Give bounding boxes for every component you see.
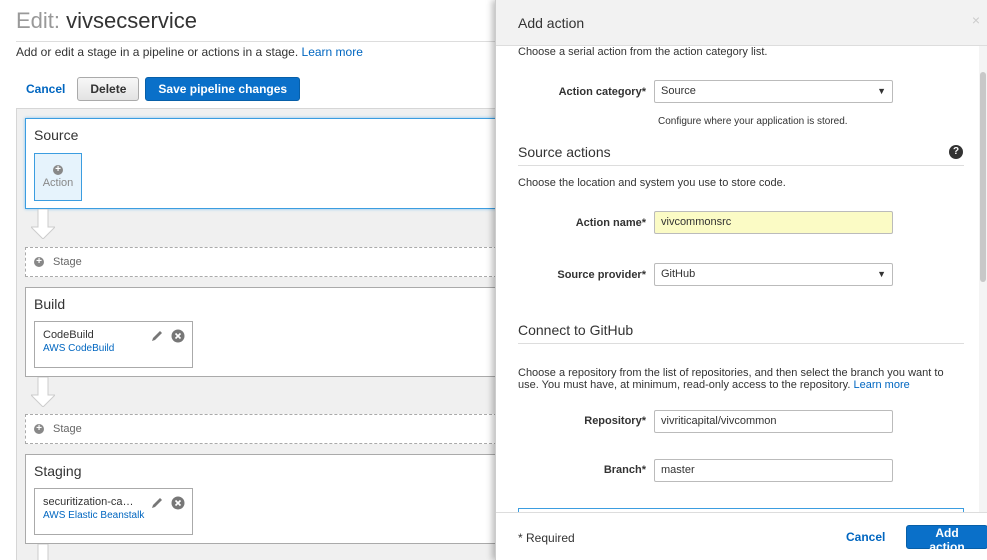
action-provider-link[interactable]: AWS CodeBuild bbox=[43, 343, 184, 354]
save-pipeline-button[interactable]: Save pipeline changes bbox=[145, 77, 301, 101]
add-action-label: Action bbox=[42, 177, 74, 189]
down-arrow-icon bbox=[37, 544, 49, 560]
action-category-hint: Configure where your application is stor… bbox=[658, 116, 848, 127]
remove-icon[interactable] bbox=[171, 496, 185, 510]
action-card[interactable]: securitization-ca… AWS Elastic Beanstalk bbox=[34, 488, 193, 535]
github-learn-more-link[interactable]: Learn more bbox=[853, 379, 909, 391]
action-category-label: Action category* bbox=[558, 86, 646, 98]
stage-build[interactable]: Build CodeBuild AWS CodeBuild bbox=[25, 287, 497, 377]
source-provider-label: Source provider* bbox=[557, 269, 646, 281]
pipeline-canvas: Source + Action + Stage Build CodeBuild … bbox=[16, 108, 497, 560]
subtitle-text: Add or edit a stage in a pipeline or act… bbox=[16, 45, 299, 59]
add-stage-button[interactable]: + Stage bbox=[25, 247, 497, 277]
delete-button[interactable]: Delete bbox=[77, 77, 140, 101]
action-provider-link[interactable]: AWS Elastic Beanstalk bbox=[43, 510, 184, 521]
down-arrow-icon bbox=[31, 209, 55, 239]
pipeline-name: vivsecservice bbox=[66, 8, 197, 33]
close-icon[interactable]: × bbox=[972, 12, 980, 28]
stage-name: Staging bbox=[34, 463, 82, 479]
action-category-select[interactable]: Source ▼ bbox=[654, 80, 893, 103]
repository-label: Repository* bbox=[584, 415, 646, 427]
cancel-button[interactable]: Cancel bbox=[16, 77, 75, 101]
panel-cancel-button[interactable]: Cancel bbox=[836, 525, 895, 549]
source-actions-desc: Choose the location and system you use t… bbox=[518, 177, 786, 189]
panel-footer: * Required Cancel Add action bbox=[496, 512, 987, 560]
plus-circle-icon: + bbox=[34, 257, 44, 267]
caret-down-icon: ▼ bbox=[877, 86, 886, 96]
stage-staging[interactable]: Staging securitization-ca… AWS Elastic B… bbox=[25, 454, 497, 544]
add-action-panel: Add action × Choose a serial action from… bbox=[495, 0, 987, 560]
scrollbar-thumb[interactable] bbox=[980, 72, 986, 282]
down-arrow-icon bbox=[31, 377, 55, 407]
learn-more-link[interactable]: Learn more bbox=[302, 45, 363, 59]
action-category-value: Source bbox=[661, 85, 696, 97]
action-name-label: Action name* bbox=[575, 217, 646, 229]
source-actions-title: Source actions bbox=[518, 144, 611, 160]
action-name-input[interactable]: vivcommonsrc bbox=[654, 211, 893, 234]
plus-circle-icon: + bbox=[53, 165, 63, 175]
add-stage-label: Stage bbox=[53, 256, 82, 268]
page-title-prefix: Edit: bbox=[16, 8, 61, 33]
branch-input[interactable]: master bbox=[654, 459, 893, 482]
pencil-icon[interactable] bbox=[150, 329, 164, 343]
add-action-button[interactable]: + Action bbox=[34, 153, 82, 201]
add-stage-label: Stage bbox=[53, 423, 82, 435]
source-provider-value: GitHub bbox=[661, 268, 696, 280]
connect-github-title: Connect to GitHub bbox=[518, 322, 634, 338]
plus-circle-icon: + bbox=[34, 424, 44, 434]
add-action-submit-button[interactable]: Add action bbox=[906, 525, 987, 554]
panel-title: Add action bbox=[518, 15, 585, 31]
page-subtitle: Add or edit a stage in a pipeline or act… bbox=[16, 45, 363, 59]
page-title: Edit: vivsecservice bbox=[16, 8, 197, 34]
stage-source[interactable]: Source + Action bbox=[25, 118, 497, 209]
panel-body[interactable]: Choose a serial action from the action c… bbox=[496, 46, 987, 512]
panel-scrollbar[interactable] bbox=[979, 46, 987, 512]
section-divider bbox=[518, 165, 964, 166]
repository-input[interactable]: vivriticapital/vivcommon bbox=[654, 410, 893, 433]
add-stage-button[interactable]: + Stage bbox=[25, 414, 497, 444]
title-divider bbox=[16, 41, 496, 42]
remove-icon[interactable] bbox=[171, 329, 185, 343]
panel-intro: Choose a serial action from the action c… bbox=[518, 46, 768, 58]
app-root: Edit: vivsecservice Add or edit a stage … bbox=[0, 0, 987, 560]
help-icon[interactable]: ? bbox=[949, 145, 963, 159]
branch-label: Branch* bbox=[603, 464, 646, 476]
source-provider-select[interactable]: GitHub ▼ bbox=[654, 263, 893, 286]
action-card[interactable]: CodeBuild AWS CodeBuild bbox=[34, 321, 193, 368]
section-divider bbox=[518, 343, 964, 344]
caret-down-icon: ▼ bbox=[877, 269, 886, 279]
stage-name: Build bbox=[34, 296, 66, 312]
github-desc-line1: Choose a repository from the list of rep… bbox=[518, 367, 944, 379]
github-desc-text: use. You must have, at minimum, read-onl… bbox=[518, 379, 851, 391]
stage-name: Source bbox=[34, 127, 79, 143]
panel-header: Add action × bbox=[496, 0, 987, 46]
github-desc-line2: use. You must have, at minimum, read-onl… bbox=[518, 379, 964, 391]
required-note: * Required bbox=[518, 531, 575, 545]
github-desc: Choose a repository from the list of rep… bbox=[518, 367, 964, 391]
pipeline-toolbar: Cancel Delete Save pipeline changes bbox=[16, 77, 301, 101]
pencil-icon[interactable] bbox=[150, 496, 164, 510]
